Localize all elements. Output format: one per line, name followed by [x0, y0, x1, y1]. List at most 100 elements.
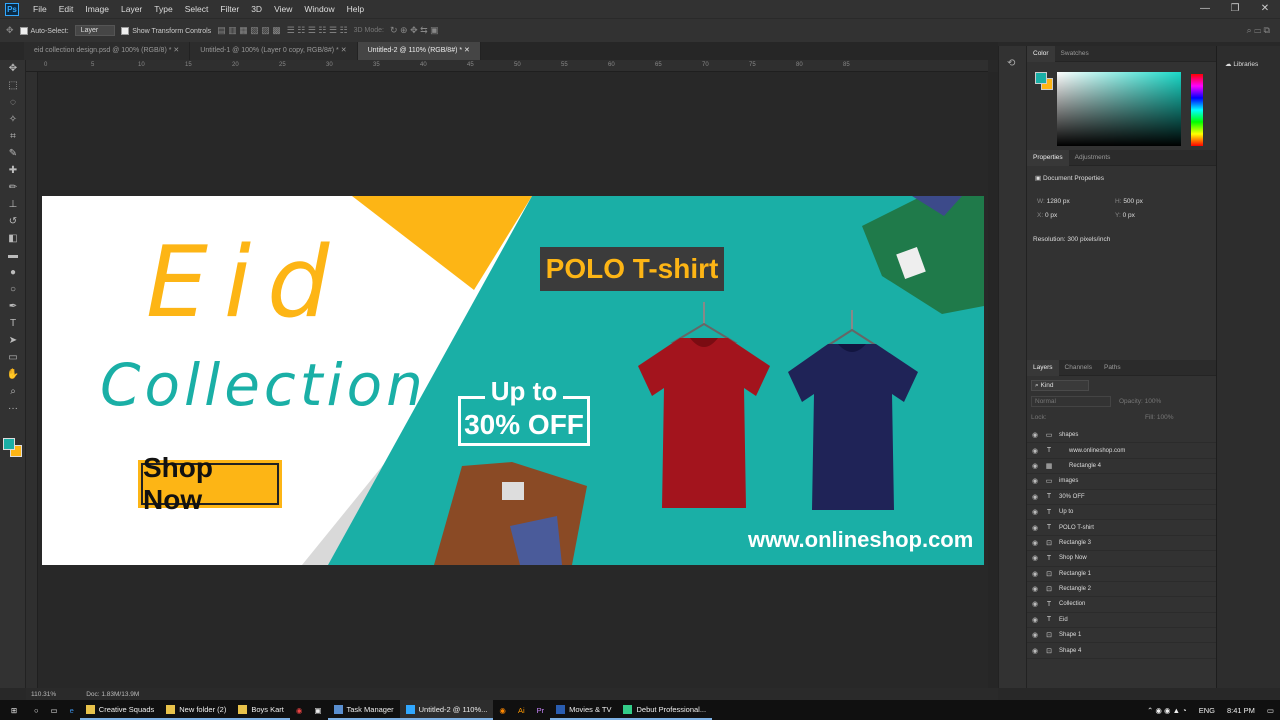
shop-now-button[interactable]: Shop Now: [138, 452, 282, 515]
visibility-eye-icon[interactable]: ◉: [1027, 431, 1043, 439]
libraries-tab[interactable]: ☁ Libraries: [1225, 60, 1280, 68]
tab-layers[interactable]: Layers: [1027, 359, 1059, 376]
align-icons[interactable]: ▤ ▥ ▦ ▧ ▨ ▩: [217, 25, 281, 36]
dodge-tool-icon[interactable]: ○: [0, 281, 26, 298]
tab-adjustments[interactable]: Adjustments: [1069, 150, 1117, 166]
menu-edit[interactable]: Edit: [53, 4, 80, 14]
transform-controls-checkbox[interactable]: Show Transform Controls: [121, 26, 211, 35]
layer-row[interactable]: ◉ ⊡ Rectangle 2: [1027, 582, 1216, 598]
brush-tool-icon[interactable]: ✏: [0, 179, 26, 196]
kind-filter[interactable]: ⌕ Kind: [1031, 380, 1089, 391]
menu-image[interactable]: Image: [79, 4, 115, 14]
magic-wand-icon[interactable]: ✧: [0, 111, 26, 128]
menu-window[interactable]: Window: [298, 4, 340, 14]
history-panel-icon[interactable]: ⟲: [1007, 58, 1026, 69]
layer-row[interactable]: ◉ T Up to: [1027, 505, 1216, 521]
taskbar-task-manager[interactable]: Task Manager: [327, 700, 400, 720]
search-icon[interactable]: ⌕ ▭ ⧉: [1247, 25, 1270, 36]
hand-tool-icon[interactable]: ✋: [0, 366, 26, 383]
x-field[interactable]: X: 0 px: [1037, 212, 1057, 219]
clock[interactable]: 8:41 PM: [1221, 700, 1261, 720]
layer-row[interactable]: ◉ T POLO T-shirt: [1027, 520, 1216, 536]
illustrator-icon[interactable]: Ai: [512, 700, 531, 720]
tab-untitled-1[interactable]: Untitled-1 @ 100% (Layer 0 copy, RGB/8#)…: [190, 42, 358, 60]
layer-row[interactable]: ◉ T Eid: [1027, 613, 1216, 629]
taskbar-boys-kart[interactable]: Boys Kart: [232, 700, 290, 720]
foreground-background-colors[interactable]: [3, 438, 23, 458]
healing-brush-icon[interactable]: ✚: [0, 162, 26, 179]
search-icon[interactable]: ○: [28, 700, 45, 720]
visibility-eye-icon[interactable]: ◉: [1027, 524, 1043, 532]
layer-row[interactable]: ◉ T Collection: [1027, 597, 1216, 613]
menu-filter[interactable]: Filter: [214, 4, 245, 14]
task-view-icon[interactable]: ▭: [45, 700, 64, 720]
opacity-control[interactable]: Opacity: 100%: [1119, 398, 1161, 405]
more-tools-icon[interactable]: ···: [0, 400, 26, 417]
start-button[interactable]: ⊞: [0, 700, 28, 720]
menu-help[interactable]: Help: [341, 4, 370, 14]
banner-document[interactable]: Eid Collection Shop Now POLO T-shirt Up …: [42, 196, 984, 565]
tab-eid-collection[interactable]: eid collection design.psd @ 100% (RGB/8)…: [24, 42, 191, 60]
height-field[interactable]: H: 500 px: [1115, 198, 1143, 205]
visibility-eye-icon[interactable]: ◉: [1027, 493, 1043, 501]
layer-row[interactable]: ◉ ▭ shapes: [1027, 428, 1216, 444]
tab-color[interactable]: Color: [1027, 45, 1055, 62]
minimize-button[interactable]: —: [1190, 0, 1220, 18]
taskbar-debut[interactable]: Debut Professional...: [617, 700, 713, 720]
visibility-eye-icon[interactable]: ◉: [1027, 616, 1043, 624]
crop-tool-icon[interactable]: ⌗: [0, 128, 26, 145]
visibility-eye-icon[interactable]: ◉: [1027, 585, 1043, 593]
visibility-eye-icon[interactable]: ◉: [1027, 570, 1043, 578]
taskbar-new-folder[interactable]: New folder (2): [160, 700, 233, 720]
auto-select-dropdown[interactable]: Layer: [74, 25, 116, 36]
zoom-tool-icon[interactable]: ⌕: [0, 383, 26, 400]
fg-swatch[interactable]: [1035, 72, 1047, 84]
foreground-color-swatch[interactable]: [3, 438, 15, 450]
visibility-eye-icon[interactable]: ◉: [1027, 447, 1043, 455]
path-select-icon[interactable]: ➤: [0, 332, 26, 349]
layer-row[interactable]: ◉ T Shop Now: [1027, 551, 1216, 567]
tab-untitled-2[interactable]: Untitled-2 @ 110% (RGB/8#) * ✕: [357, 42, 481, 60]
visibility-eye-icon[interactable]: ◉: [1027, 539, 1043, 547]
visibility-eye-icon[interactable]: ◉: [1027, 462, 1043, 470]
3d-tools-icons[interactable]: ↻ ⊕ ✥ ⇆ ▣: [390, 25, 439, 36]
layer-row[interactable]: ◉ ▦ Rectangle 4: [1027, 459, 1216, 475]
layer-row[interactable]: ◉ ⊡ Rectangle 1: [1027, 567, 1216, 582]
y-field[interactable]: Y: 0 px: [1115, 212, 1135, 219]
menu-select[interactable]: Select: [179, 4, 215, 14]
chrome-icon[interactable]: ◉: [290, 700, 309, 720]
visibility-eye-icon[interactable]: ◉: [1027, 647, 1043, 655]
move-tool-icon[interactable]: ✥: [0, 60, 26, 77]
menu-view[interactable]: View: [268, 4, 298, 14]
tab-swatches[interactable]: Swatches: [1055, 46, 1095, 62]
width-field[interactable]: W: 1280 px: [1037, 198, 1070, 205]
layer-row[interactable]: ◉ ▭ images: [1027, 474, 1216, 490]
tab-paths[interactable]: Paths: [1098, 360, 1127, 376]
type-tool-icon[interactable]: T: [0, 315, 26, 332]
eraser-tool-icon[interactable]: ◧: [0, 230, 26, 247]
tab-properties[interactable]: Properties: [1027, 149, 1069, 166]
tray-icons[interactable]: ⌃ ◉ ◉ ▲ ◔: [1141, 700, 1193, 720]
edge-icon[interactable]: e: [64, 700, 80, 720]
visibility-eye-icon[interactable]: ◉: [1027, 477, 1043, 485]
close-button[interactable]: ✕: [1250, 0, 1280, 18]
eyedropper-icon[interactable]: ✎: [0, 145, 26, 162]
zoom-level[interactable]: 110.31%: [31, 691, 56, 698]
shape-tool-icon[interactable]: ▭: [0, 349, 26, 366]
store-icon[interactable]: ▣: [308, 700, 327, 720]
menu-file[interactable]: File: [27, 4, 53, 14]
taskbar-creative-squads[interactable]: Creative Squads: [79, 700, 161, 720]
hue-slider[interactable]: [1191, 74, 1203, 146]
visibility-eye-icon[interactable]: ◉: [1027, 631, 1043, 639]
stamp-tool-icon[interactable]: ⊥: [0, 196, 26, 213]
blend-mode-select[interactable]: Normal: [1031, 396, 1111, 407]
menu-layer[interactable]: Layer: [115, 4, 148, 14]
marquee-tool-icon[interactable]: ⬚: [0, 77, 26, 94]
pen-tool-icon[interactable]: ✒: [0, 298, 26, 315]
lasso-tool-icon[interactable]: ◌: [0, 94, 26, 111]
move-tool-icon[interactable]: ✥: [6, 25, 14, 36]
blur-tool-icon[interactable]: ●: [0, 264, 26, 281]
fill-control[interactable]: Fill: 100%: [1145, 414, 1174, 421]
restore-button[interactable]: ❐: [1220, 0, 1250, 18]
visibility-eye-icon[interactable]: ◉: [1027, 554, 1043, 562]
